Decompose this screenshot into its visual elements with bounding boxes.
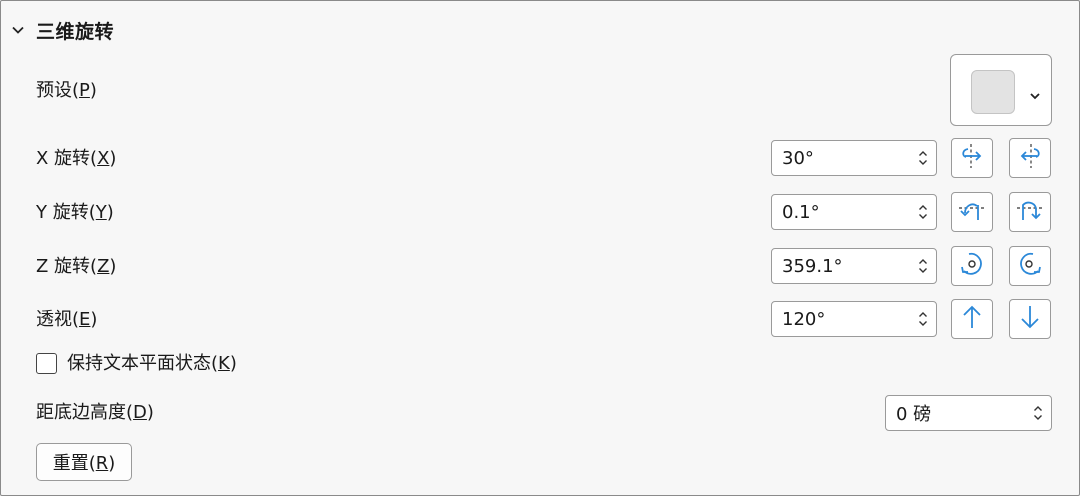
distance-from-ground-spinner[interactable]	[1025, 396, 1051, 430]
z-rotate-counterclockwise-button[interactable]	[951, 246, 993, 286]
arrow-up-icon	[958, 303, 986, 336]
distance-from-ground-value[interactable]: 0 磅	[896, 400, 1025, 426]
rotate-down-icon	[1015, 196, 1045, 229]
x-rotation-input[interactable]: 30°	[771, 140, 937, 176]
perspective-value[interactable]: 120°	[782, 309, 910, 330]
spin-up-icon[interactable]	[917, 203, 929, 212]
spin-down-icon[interactable]	[917, 212, 929, 221]
rotate-left-icon	[957, 142, 987, 175]
chevron-down-icon	[1029, 85, 1041, 106]
spin-down-icon[interactable]	[917, 266, 929, 275]
perspective-input[interactable]: 120°	[771, 301, 937, 337]
x-rotate-right-button[interactable]	[1009, 138, 1051, 178]
z-rotation-input[interactable]: 359.1°	[771, 248, 937, 284]
spin-up-icon[interactable]	[1032, 404, 1044, 413]
x-rotation-value[interactable]: 30°	[782, 148, 910, 169]
rotate-clockwise-icon	[1015, 250, 1045, 283]
y-rotate-down-button[interactable]	[1009, 192, 1051, 232]
preset-label: 预设(P)	[36, 80, 97, 101]
distance-from-ground-input[interactable]: 0 磅	[885, 395, 1052, 431]
arrow-down-icon	[1016, 303, 1044, 336]
section-title: 三维旋转	[36, 20, 115, 43]
z-rotation-value[interactable]: 359.1°	[782, 256, 910, 277]
section-header[interactable]: 三维旋转	[10, 14, 114, 46]
spin-down-icon[interactable]	[1032, 413, 1044, 422]
z-rotation-label: Z 旋转(Z)	[36, 256, 117, 277]
reset-button[interactable]: 重置(R)	[36, 443, 132, 481]
spin-up-icon[interactable]	[917, 310, 929, 319]
perspective-spinner[interactable]	[910, 302, 936, 336]
keep-text-flat-label[interactable]: 保持文本平面状态(K)	[67, 352, 237, 376]
y-rotation-label: Y 旋转(Y)	[36, 202, 114, 223]
x-rotation-spinner[interactable]	[910, 141, 936, 175]
rotate-right-icon	[1015, 142, 1045, 175]
rotate-counterclockwise-icon	[957, 250, 987, 283]
y-rotation-value[interactable]: 0.1°	[782, 202, 910, 223]
perspective-decrease-button[interactable]	[1009, 299, 1051, 339]
y-rotation-input[interactable]: 0.1°	[771, 194, 937, 230]
distance-from-ground-label: 距底边高度(D)	[36, 402, 154, 423]
z-rotation-spinner[interactable]	[910, 249, 936, 283]
perspective-label: 透视(E)	[36, 309, 98, 330]
spin-up-icon[interactable]	[917, 257, 929, 266]
perspective-increase-button[interactable]	[951, 299, 993, 339]
rotate-up-icon	[957, 196, 987, 229]
x-rotation-label: X 旋转(X)	[36, 148, 117, 169]
chevron-down-icon[interactable]	[10, 22, 26, 38]
y-rotate-up-button[interactable]	[951, 192, 993, 232]
spin-down-icon[interactable]	[917, 319, 929, 328]
x-rotate-left-button[interactable]	[951, 138, 993, 178]
spin-up-icon[interactable]	[917, 149, 929, 158]
preset-dropdown[interactable]	[950, 54, 1052, 126]
z-rotate-clockwise-button[interactable]	[1009, 246, 1051, 286]
spin-down-icon[interactable]	[917, 158, 929, 167]
preset-swatch	[971, 70, 1015, 114]
keep-text-flat-checkbox[interactable]	[36, 353, 57, 374]
y-rotation-spinner[interactable]	[910, 195, 936, 229]
